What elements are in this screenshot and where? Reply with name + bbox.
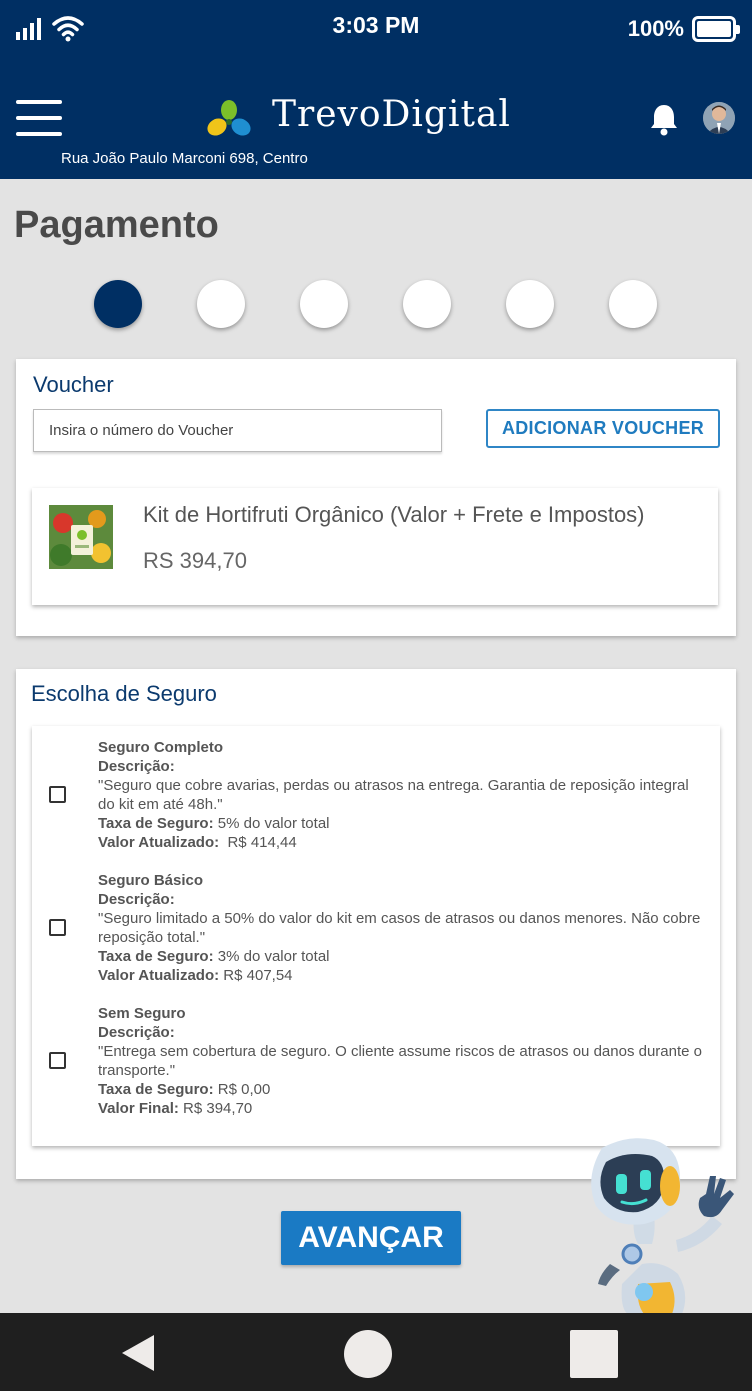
next-button[interactable]: AVANÇAR [281,1211,461,1265]
back-icon[interactable] [120,1334,156,1372]
step-4 [403,280,451,328]
app-header: 3:03 PM 100% TrevoDigital Rua João Paulo… [0,0,752,179]
description-label: Descrição: [98,758,175,775]
step-3 [300,280,348,328]
fee-value: R$ 0,00 [213,1081,271,1098]
battery-icon [692,16,740,42]
insurance-title: Escolha de Seguro [31,681,217,706]
insurance-option-name: Seguro Completo [98,739,224,756]
insurance-option-text: Sem Seguro Descrição: "Entrega sem cober… [98,1004,708,1118]
insurance-options: Seguro Completo Descrição: "Seguro que c… [32,726,720,1146]
step-1 [94,280,142,328]
insurance-description: "Seguro limitado a 50% do valor do kit e… [98,910,701,946]
product-name: Kit de Hortifruti Orgânico (Valor + Fret… [143,502,645,527]
user-photo-icon [703,102,735,134]
battery-percent: 100% [627,16,684,41]
menu-icon[interactable] [16,100,64,138]
description-label: Descrição: [98,1024,175,1041]
insurance-option-text: Seguro Básico Descrição: "Seguro limitad… [98,871,708,985]
fee-value: 5% do valor total [213,815,330,832]
step-5 [506,280,554,328]
voucher-title: Voucher [33,372,114,397]
fee-label: Taxa de Seguro: [98,1081,214,1098]
value-label: Valor Atualizado: [98,834,220,851]
insurance-option-name: Sem Seguro [98,1005,186,1022]
updated-value: R$ 407,54 [219,967,293,984]
insurance-checkbox-complete[interactable] [49,786,66,803]
avatar[interactable] [703,102,735,134]
product-price: RS 394,70 [143,548,247,573]
product-item: Kit de Hortifruti Orgânico (Valor + Fret… [32,488,718,605]
bell-icon[interactable] [648,102,680,136]
description-label: Descrição: [98,891,175,908]
product-image [49,505,113,569]
logo-icon [207,100,251,136]
fee-label: Taxa de Seguro: [98,815,214,832]
brand-name: TrevoDigital [272,94,511,135]
recent-apps-icon[interactable] [570,1330,618,1378]
insurance-option-text: Seguro Completo Descrição: "Seguro que c… [98,738,708,852]
step-2 [197,280,245,328]
voucher-input[interactable] [33,409,442,452]
value-label: Valor Final: [98,1100,179,1117]
insurance-checkbox-none[interactable] [49,1052,66,1069]
step-6 [609,280,657,328]
payment-stepper [94,280,658,328]
updated-value: R$ 414,44 [219,834,297,851]
insurance-checkbox-basic[interactable] [49,919,66,936]
insurance-description: "Seguro que cobre avarias, perdas ou atr… [98,777,689,813]
page-title: Pagamento [14,204,219,246]
add-voucher-button[interactable]: ADICIONAR VOUCHER [486,409,720,448]
vegetables-icon [49,505,113,569]
insurance-option-name: Seguro Básico [98,872,204,889]
home-icon[interactable] [344,1330,392,1378]
value-label: Valor Atualizado: [98,967,220,984]
final-value: R$ 394,70 [178,1100,253,1117]
delivery-address: Rua João Paulo Marconi 698, Centro [61,150,308,167]
insurance-description: "Entrega sem cobertura de seguro. O clie… [98,1043,702,1079]
fee-value: 3% do valor total [213,948,330,965]
robot-assistant-icon[interactable] [582,1134,742,1314]
fee-label: Taxa de Seguro: [98,948,214,965]
